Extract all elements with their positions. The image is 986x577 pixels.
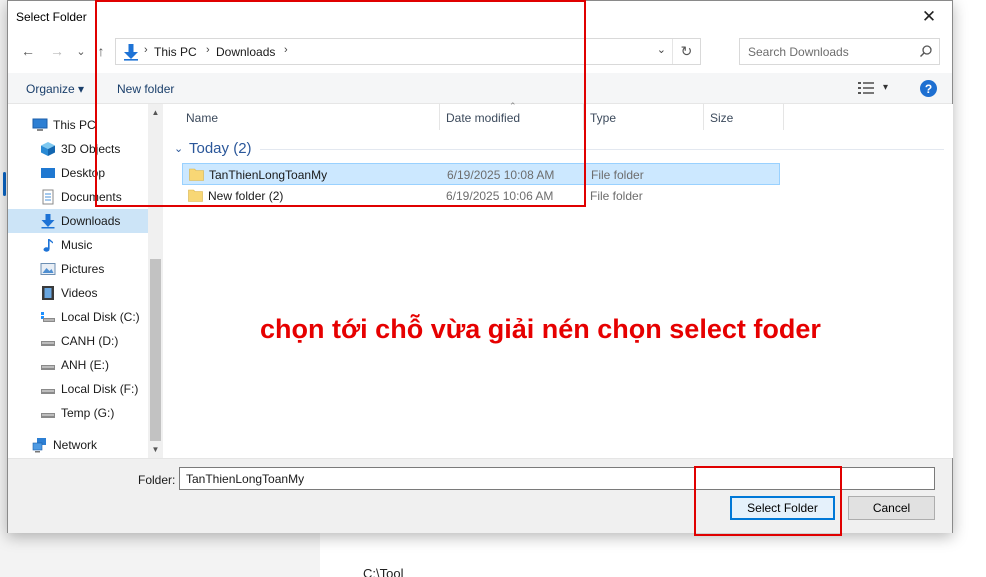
music-icon: [43, 239, 53, 252]
nav-item-label: ANH (E:): [61, 358, 109, 372]
refresh-icon: ↻: [680, 43, 693, 59]
chevron-down-icon: ⌄: [656, 44, 666, 56]
drive-icon: [41, 365, 55, 370]
back-button[interactable]: ←: [17, 40, 39, 62]
desktop-icon: [41, 168, 55, 178]
file-type: File folder: [590, 189, 643, 203]
drive-icon: [41, 389, 55, 394]
nav-item-videos[interactable]: Videos: [8, 281, 148, 305]
cancel-button[interactable]: Cancel: [848, 496, 935, 520]
file-type: File folder: [591, 168, 644, 182]
documents-icon: [42, 189, 54, 205]
annotation-instruction: chọn tới chỗ vừa giải nén chọn select fo…: [260, 314, 821, 344]
organize-menu[interactable]: Organize ▾: [26, 82, 84, 96]
arrow-left-icon: ←: [21, 43, 35, 59]
nav-item-music[interactable]: Music: [8, 233, 148, 257]
scroll-down-arrow-icon[interactable]: ▼: [148, 441, 163, 458]
nav-item-temp-g[interactable]: Temp (G:): [8, 401, 148, 425]
nav-item-label: Local Disk (C:): [61, 310, 140, 324]
background-selection-marker: [3, 172, 6, 196]
nav-item-canh-d[interactable]: CANH (D:): [8, 329, 148, 353]
search-placeholder: Search Downloads: [748, 45, 849, 59]
nav-item-label: CANH (D:): [61, 334, 119, 348]
videos-icon: [42, 286, 54, 300]
details-view-icon[interactable]: [858, 82, 874, 94]
view-options-dropdown[interactable]: ▾: [883, 82, 888, 93]
pc-icon: [32, 118, 48, 131]
dialog-title: Select Folder: [16, 10, 87, 24]
refresh-button[interactable]: ↻: [672, 39, 700, 64]
nav-item-label: Network: [53, 438, 98, 452]
nav-item-label: This PC: [53, 118, 96, 132]
os-drive-icon: [41, 312, 55, 322]
forward-button[interactable]: →: [46, 40, 68, 62]
chevron-down-icon: ⌄: [76, 45, 86, 58]
close-icon: ✕: [921, 6, 937, 26]
nav-item-local-disk-c[interactable]: Local Disk (C:): [8, 305, 148, 329]
search-input[interactable]: Search Downloads: [739, 38, 940, 65]
nav-item-anh-e[interactable]: ANH (E:): [8, 353, 148, 377]
scroll-thumb[interactable]: [150, 259, 161, 441]
close-button[interactable]: ✕: [906, 1, 952, 32]
drive-icon: [41, 413, 55, 418]
folder-label: Folder:: [138, 473, 176, 487]
nav-item-label: Downloads: [61, 214, 121, 228]
recent-locations-button[interactable]: ⌄: [70, 40, 92, 62]
background-path-text: C:\Tool: [363, 566, 404, 577]
address-history-dropdown[interactable]: ⌄: [657, 43, 666, 56]
column-header-type[interactable]: Type: [584, 104, 704, 130]
annotation-highlight-box: [694, 466, 842, 536]
arrow-right-icon: →: [50, 43, 64, 59]
pictures-icon: [40, 263, 56, 275]
help-icon[interactable]: ?: [920, 80, 937, 97]
annotation-highlight-box: [95, 0, 586, 207]
nav-item-downloads[interactable]: Downloads: [8, 209, 148, 233]
download-icon: [41, 214, 55, 229]
nav-item-label: Music: [61, 238, 93, 252]
search-icon: [920, 45, 932, 57]
nav-item-label: Videos: [61, 286, 98, 300]
network-icon: [32, 438, 46, 453]
nav-item-label: Temp (G:): [61, 406, 115, 420]
nav-item-network[interactable]: Network: [8, 433, 148, 457]
nav-item-label: Local Disk (F:): [61, 382, 139, 396]
nav-item-local-disk-f[interactable]: Local Disk (F:): [8, 377, 148, 401]
nav-item-pictures[interactable]: Pictures: [8, 257, 148, 281]
drive-icon: [41, 341, 55, 346]
cube-icon: [41, 142, 55, 156]
column-header-size[interactable]: Size: [704, 104, 784, 130]
nav-item-label: Pictures: [61, 262, 105, 276]
